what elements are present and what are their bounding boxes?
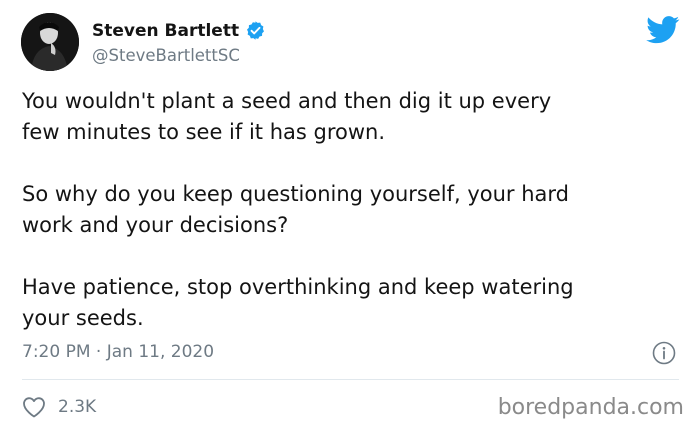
- tweet-timestamp[interactable]: 7:20 PM · Jan 11, 2020: [22, 342, 214, 362]
- like-count: 2.3K: [58, 397, 97, 417]
- avatar[interactable]: [21, 13, 79, 71]
- tweet-paragraph-3: Have patience, stop overthinking and kee…: [22, 275, 574, 330]
- twitter-bird-icon[interactable]: [646, 16, 680, 44]
- profile-photo-icon: [21, 13, 79, 71]
- verified-badge-icon: [247, 21, 265, 40]
- divider: [22, 379, 679, 380]
- author-name[interactable]: Steven Bartlett: [92, 21, 239, 41]
- author-name-row[interactable]: Steven Bartlett: [92, 20, 266, 41]
- heart-icon[interactable]: [22, 396, 46, 418]
- info-icon[interactable]: [652, 341, 676, 365]
- tweet-text: You wouldn't plant a seed and then dig i…: [22, 86, 682, 365]
- author-handle[interactable]: @SteveBartlettSC: [92, 46, 240, 65]
- like-action[interactable]: 2.3K: [22, 396, 96, 418]
- watermark: boredpanda.com: [497, 395, 684, 420]
- tweet-paragraph-1: You wouldn't plant a seed and then dig i…: [22, 89, 552, 144]
- tweet-paragraph-2: So why do you keep questioning yourself,…: [22, 182, 570, 237]
